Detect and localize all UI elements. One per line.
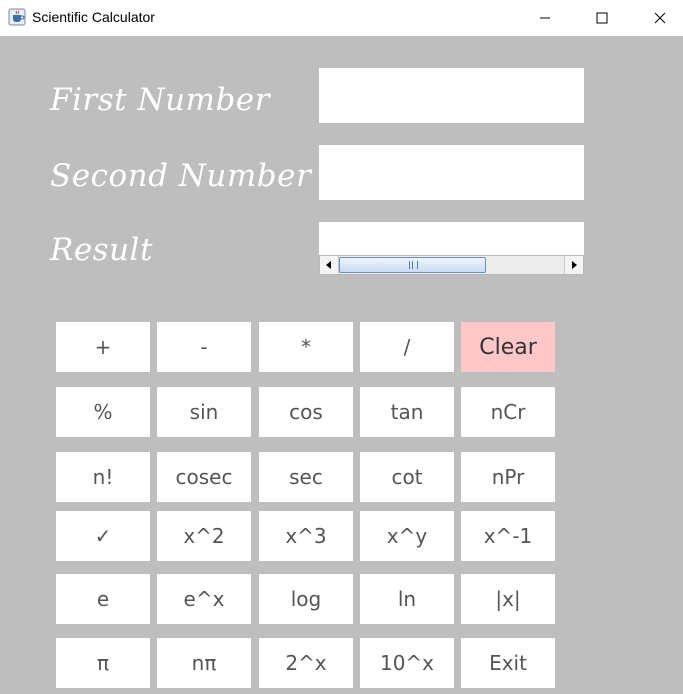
- n-pi-button[interactable]: nπ: [157, 638, 251, 688]
- add-button[interactable]: +: [56, 322, 150, 372]
- window-title: Scientific Calculator: [32, 9, 155, 25]
- grip-icon: [409, 261, 418, 269]
- euler-button[interactable]: e: [56, 574, 150, 624]
- result-label: Result: [50, 232, 153, 268]
- subtract-button[interactable]: -: [157, 322, 251, 372]
- log-button[interactable]: log: [259, 574, 353, 624]
- scroll-left-button[interactable]: [320, 256, 339, 274]
- java-cup-icon: [8, 8, 26, 26]
- cos-button[interactable]: cos: [259, 387, 353, 437]
- factorial-button[interactable]: n!: [56, 452, 150, 502]
- ln-button[interactable]: ln: [360, 574, 454, 624]
- close-button[interactable]: [631, 0, 683, 36]
- scroll-right-button[interactable]: [564, 256, 583, 274]
- arrow-left-icon: [326, 261, 331, 269]
- arrow-right-icon: [572, 261, 577, 269]
- result-scrollbar[interactable]: [319, 255, 584, 275]
- minimize-icon: [540, 17, 550, 19]
- power-button[interactable]: x^y: [360, 511, 454, 561]
- title-bar: Scientific Calculator: [0, 0, 683, 36]
- clear-button[interactable]: Clear: [461, 322, 555, 372]
- modulus-button[interactable]: %: [56, 387, 150, 437]
- cosec-button[interactable]: cosec: [157, 452, 251, 502]
- cube-button[interactable]: x^3: [259, 511, 353, 561]
- divide-button[interactable]: /: [360, 322, 454, 372]
- reciprocal-button[interactable]: x^-1: [461, 511, 555, 561]
- sec-button[interactable]: sec: [259, 452, 353, 502]
- ten-power-button[interactable]: 10^x: [360, 638, 454, 688]
- second-number-field[interactable]: [319, 145, 584, 200]
- first-number-label: First Number: [50, 82, 270, 118]
- square-root-button[interactable]: ✓: [56, 511, 150, 561]
- ncr-button[interactable]: nCr: [461, 387, 555, 437]
- square-button[interactable]: x^2: [157, 511, 251, 561]
- sin-button[interactable]: sin: [157, 387, 251, 437]
- cot-button[interactable]: cot: [360, 452, 454, 502]
- second-number-label: Second Number: [50, 158, 312, 194]
- exit-button[interactable]: Exit: [461, 638, 555, 688]
- multiply-button[interactable]: *: [259, 322, 353, 372]
- maximize-button[interactable]: [573, 0, 631, 36]
- close-icon: [654, 12, 666, 24]
- result-field[interactable]: [319, 222, 584, 256]
- scroll-thumb[interactable]: [339, 257, 486, 273]
- minimize-button[interactable]: [516, 0, 574, 36]
- first-number-field[interactable]: [319, 68, 584, 123]
- npr-button[interactable]: nPr: [461, 452, 555, 502]
- absolute-button[interactable]: |x|: [461, 574, 555, 624]
- pi-button[interactable]: π: [56, 638, 150, 688]
- two-power-button[interactable]: 2^x: [259, 638, 353, 688]
- maximize-icon: [596, 12, 608, 24]
- exp-button[interactable]: e^x: [157, 574, 251, 624]
- tan-button[interactable]: tan: [360, 387, 454, 437]
